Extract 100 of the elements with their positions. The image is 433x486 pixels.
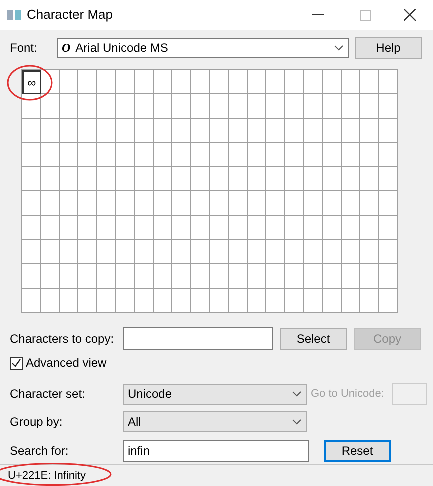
character-cell[interactable] [285, 288, 304, 313]
character-cell[interactable] [40, 142, 60, 168]
character-cell[interactable] [342, 167, 360, 192]
character-cell[interactable] [210, 264, 229, 289]
character-cell[interactable] [248, 167, 266, 192]
character-cell[interactable] [342, 216, 360, 240]
character-cell[interactable] [22, 167, 41, 192]
character-cell[interactable] [60, 142, 78, 168]
character-cell[interactable] [60, 94, 78, 119]
character-cell[interactable] [78, 240, 98, 264]
character-cell[interactable] [266, 70, 286, 94]
character-cell[interactable] [210, 288, 229, 313]
character-cell[interactable] [97, 216, 116, 240]
character-cell[interactable] [78, 142, 98, 168]
character-cell[interactable] [360, 240, 380, 264]
character-cell[interactable] [379, 118, 398, 143]
character-cell[interactable] [78, 191, 98, 216]
character-cell[interactable] [248, 264, 266, 289]
character-cell[interactable] [154, 142, 172, 168]
character-cell[interactable] [40, 167, 60, 192]
character-cell[interactable] [379, 240, 398, 264]
character-cell[interactable] [228, 142, 248, 168]
character-cell[interactable] [360, 142, 380, 168]
character-cell[interactable] [360, 118, 380, 143]
character-cell[interactable] [210, 94, 229, 119]
character-cell[interactable] [266, 167, 286, 192]
select-button[interactable]: Select [280, 328, 347, 350]
character-cell[interactable] [172, 118, 192, 143]
character-cell[interactable] [228, 167, 248, 192]
character-cell[interactable] [210, 142, 229, 168]
character-cell[interactable] [322, 264, 342, 289]
character-cell[interactable] [248, 94, 266, 119]
character-set-dropdown[interactable]: Unicode [123, 384, 307, 404]
character-cell[interactable] [97, 142, 116, 168]
character-cell[interactable] [304, 167, 323, 192]
character-cell[interactable] [60, 216, 78, 240]
character-cell[interactable] [40, 288, 60, 313]
character-cell[interactable] [191, 240, 210, 264]
character-cell[interactable] [379, 191, 398, 216]
character-cell[interactable] [285, 216, 304, 240]
character-cell[interactable] [22, 94, 41, 119]
search-field[interactable]: infin [123, 440, 309, 462]
character-cell[interactable] [210, 167, 229, 192]
character-cell[interactable] [379, 264, 398, 289]
character-cell[interactable] [154, 94, 172, 119]
character-cell[interactable] [97, 191, 116, 216]
character-cell[interactable] [248, 70, 266, 94]
character-cell[interactable] [154, 167, 172, 192]
character-cell[interactable] [248, 288, 266, 313]
character-cell[interactable] [191, 94, 210, 119]
character-cell[interactable] [322, 288, 342, 313]
character-cell[interactable] [40, 118, 60, 143]
character-cell[interactable] [22, 264, 41, 289]
character-cell[interactable] [360, 216, 380, 240]
character-cell[interactable] [248, 216, 266, 240]
character-cell[interactable] [97, 94, 116, 119]
reset-button[interactable]: Reset [324, 440, 391, 462]
characters-to-copy-field[interactable] [123, 327, 273, 350]
character-cell[interactable] [322, 118, 342, 143]
character-cell[interactable] [228, 288, 248, 313]
character-cell[interactable] [322, 142, 342, 168]
character-cell[interactable] [154, 216, 172, 240]
character-cell[interactable] [322, 167, 342, 192]
character-cell[interactable] [379, 142, 398, 168]
character-cell[interactable] [360, 288, 380, 313]
character-cell[interactable] [210, 216, 229, 240]
character-cell[interactable] [342, 70, 360, 94]
character-cell[interactable] [22, 118, 41, 143]
character-cell[interactable] [228, 240, 248, 264]
character-cell[interactable] [304, 264, 323, 289]
character-cell[interactable] [360, 191, 380, 216]
character-cell[interactable] [304, 191, 323, 216]
character-cell[interactable] [342, 191, 360, 216]
character-cell[interactable] [285, 191, 304, 216]
character-cell[interactable] [154, 288, 172, 313]
character-cell[interactable] [97, 118, 116, 143]
character-cell[interactable] [172, 167, 192, 192]
character-cell[interactable] [379, 94, 398, 119]
character-cell[interactable] [60, 167, 78, 192]
character-cell[interactable] [22, 191, 41, 216]
character-cell[interactable] [285, 264, 304, 289]
character-cell[interactable] [134, 264, 154, 289]
character-cell[interactable] [60, 264, 78, 289]
character-cell[interactable] [154, 264, 172, 289]
character-cell[interactable] [116, 216, 135, 240]
character-cell[interactable] [78, 288, 98, 313]
character-cell[interactable] [134, 94, 154, 119]
character-cell[interactable] [134, 288, 154, 313]
character-cell[interactable] [191, 142, 210, 168]
character-cell[interactable] [172, 240, 192, 264]
character-cell[interactable] [191, 191, 210, 216]
character-cell[interactable] [210, 240, 229, 264]
character-cell[interactable] [304, 216, 323, 240]
character-cell[interactable] [228, 216, 248, 240]
character-cell[interactable] [342, 288, 360, 313]
character-cell[interactable] [116, 191, 135, 216]
character-cell[interactable] [97, 70, 116, 94]
character-cell[interactable] [379, 216, 398, 240]
character-cell[interactable] [285, 240, 304, 264]
character-cell[interactable] [342, 240, 360, 264]
